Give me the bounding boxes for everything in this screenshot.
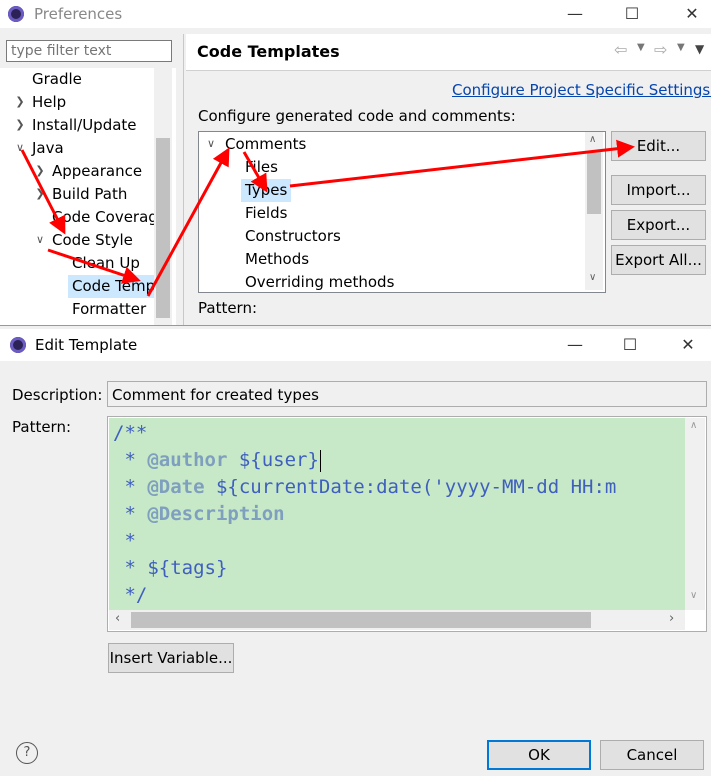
preferences-titlebar: Preferences — ☐ ✕: [0, 0, 711, 28]
tree-scrollbar-thumb[interactable]: [156, 138, 170, 318]
templates-scrollbar[interactable]: ∧ ∨: [585, 132, 603, 290]
scroll-up-icon[interactable]: ∧: [589, 134, 596, 145]
templates-scrollbar-thumb[interactable]: [587, 152, 601, 214]
template-item-overriding-methods[interactable]: Overriding methods: [245, 271, 394, 292]
chevron-down-icon[interactable]: ∨: [14, 137, 26, 159]
code-line-7: */: [113, 584, 148, 606]
edit-button[interactable]: Edit...: [611, 131, 706, 161]
ok-button[interactable]: OK: [487, 740, 591, 770]
description-field[interactable]: Comment for created types: [107, 381, 707, 407]
minimize-icon[interactable]: —: [560, 0, 590, 28]
forward-menu-icon[interactable]: ▼: [677, 42, 685, 53]
insert-variable-button[interactable]: Insert Variable...: [108, 643, 234, 673]
pattern-hscrollbar[interactable]: ‹ ›: [109, 610, 685, 630]
pattern-hscrollbar-thumb[interactable]: [131, 612, 591, 628]
eclipse-icon: [10, 337, 26, 353]
tree-item-java[interactable]: Java: [32, 137, 64, 159]
templates-tree: ∨ Comments Files Types Fields Constructo…: [198, 131, 606, 293]
scroll-down-icon[interactable]: ∨: [690, 590, 697, 601]
scroll-left-icon[interactable]: ‹: [115, 611, 120, 626]
chevron-down-icon[interactable]: ∨: [205, 133, 217, 155]
filter-input[interactable]: [6, 40, 172, 62]
maximize-icon[interactable]: ☐: [617, 0, 647, 28]
edit-template-title: Edit Template: [35, 336, 138, 354]
view-menu-icon[interactable]: ▼: [695, 42, 704, 56]
tree-item-gradle[interactable]: Gradle: [32, 68, 82, 90]
tree-item-build-path[interactable]: Build Path: [52, 183, 127, 205]
pattern-editor-text[interactable]: /** * @author ${user} * @Date ${currentD…: [109, 418, 685, 610]
scroll-down-icon[interactable]: ∨: [589, 272, 596, 283]
configure-project-link[interactable]: Configure Project Specific Settings...: [452, 81, 711, 99]
edit-template-titlebar: Edit Template — ☐ ✕: [0, 329, 711, 361]
preferences-window: Preferences — ☐ ✕ Gradle ❯ Help ❯ Instal…: [0, 0, 711, 325]
cancel-button[interactable]: Cancel: [600, 740, 704, 770]
preferences-tree: Gradle ❯ Help ❯ Install/Update ∨ Java ❯ …: [0, 68, 176, 325]
scroll-up-icon[interactable]: ∧: [690, 420, 697, 431]
code-line-4: * @Description: [113, 503, 285, 525]
chevron-right-icon[interactable]: ❯: [14, 114, 26, 136]
minimize-icon[interactable]: —: [560, 331, 590, 359]
code-line-1: /**: [113, 422, 148, 444]
export-button[interactable]: Export...: [611, 210, 706, 240]
page-header: Code Templates ⇦ ▼ ⇨ ▼ ▼: [186, 34, 711, 71]
template-item-files[interactable]: Files: [245, 156, 278, 178]
back-menu-icon[interactable]: ▼: [637, 42, 645, 53]
page-title: Code Templates: [197, 42, 340, 61]
pattern-editor[interactable]: /** * @author ${user} * @Date ${currentD…: [107, 416, 707, 632]
sash[interactable]: [183, 34, 184, 325]
preferences-title: Preferences: [34, 5, 123, 23]
chevron-right-icon[interactable]: ❯: [14, 91, 26, 113]
tree-item-code-coverage[interactable]: Code Coverag: [52, 206, 158, 228]
config-label: Configure generated code and comments:: [198, 107, 516, 125]
maximize-icon[interactable]: ☐: [615, 331, 645, 359]
template-item-constructors[interactable]: Constructors: [245, 225, 341, 247]
code-line-6: * ${tags}: [113, 557, 228, 579]
code-line-5: *: [113, 530, 136, 552]
tree-item-formatter[interactable]: Formatter: [72, 298, 146, 320]
chevron-down-icon[interactable]: ∨: [34, 229, 46, 251]
code-line-2: * @author ${user}: [113, 449, 321, 472]
eclipse-icon: [8, 6, 24, 22]
tree-item-help[interactable]: Help: [32, 91, 66, 113]
scroll-right-icon[interactable]: ›: [669, 611, 674, 626]
close-icon[interactable]: ✕: [677, 0, 707, 28]
pattern-label-prefs: Pattern:: [198, 299, 258, 317]
text-cursor: [319, 449, 321, 472]
forward-icon[interactable]: ⇨: [654, 40, 667, 59]
chevron-right-icon[interactable]: ❯: [34, 160, 46, 182]
template-item-methods[interactable]: Methods: [245, 248, 309, 270]
description-label: Description:: [12, 386, 103, 404]
tree-item-install-update[interactable]: Install/Update: [32, 114, 137, 136]
export-all-button[interactable]: Export All...: [611, 245, 706, 275]
import-button[interactable]: Import...: [611, 175, 706, 205]
pattern-vscrollbar[interactable]: ∧ ∨: [685, 418, 705, 610]
tree-item-code-templates[interactable]: Code Temp: [72, 275, 155, 297]
template-item-comments[interactable]: Comments: [225, 133, 306, 155]
pattern-label: Pattern:: [12, 418, 72, 436]
template-item-fields[interactable]: Fields: [245, 202, 287, 224]
help-icon[interactable]: ?: [16, 742, 38, 764]
tree-item-appearance[interactable]: Appearance: [52, 160, 142, 182]
edit-template-dialog: Edit Template — ☐ ✕ Description: Comment…: [0, 325, 711, 776]
tree-item-code-style[interactable]: Code Style: [52, 229, 133, 251]
tree-scrollbar[interactable]: [154, 68, 172, 325]
template-item-types[interactable]: Types: [245, 179, 287, 201]
chevron-right-icon[interactable]: ❯: [34, 183, 46, 205]
close-icon[interactable]: ✕: [673, 331, 703, 359]
code-line-3: * @Date ${currentDate:date('yyyy-MM-dd H…: [113, 476, 617, 498]
tree-item-clean-up[interactable]: Clean Up: [72, 252, 140, 274]
back-icon[interactable]: ⇦: [614, 40, 627, 59]
